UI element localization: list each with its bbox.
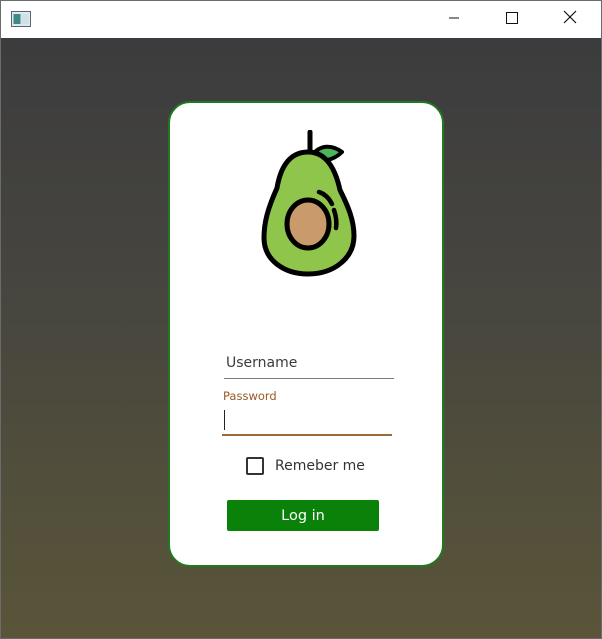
close-button[interactable] — [547, 1, 593, 38]
app-window: Password Remeber me Log in — [0, 0, 602, 639]
minimize-icon — [448, 11, 460, 29]
password-label: Password — [223, 389, 277, 403]
app-window-icon — [11, 11, 31, 27]
window-content: Password Remeber me Log in — [1, 38, 601, 638]
close-icon — [563, 10, 577, 29]
password-field[interactable] — [222, 404, 392, 436]
minimize-button[interactable] — [431, 1, 477, 38]
remember-me-checkbox[interactable] — [246, 457, 264, 475]
maximize-button[interactable] — [489, 1, 535, 38]
maximize-icon — [506, 11, 518, 29]
avocado-icon — [258, 129, 358, 278]
username-input[interactable] — [226, 352, 392, 374]
title-bar[interactable] — [1, 1, 601, 38]
text-caret — [224, 410, 225, 430]
username-field[interactable] — [224, 348, 394, 379]
remember-me-label: Remeber me — [275, 458, 365, 474]
login-card: Password Remeber me Log in — [168, 101, 444, 567]
login-button[interactable]: Log in — [227, 500, 379, 531]
remember-me-toggle[interactable]: Remeber me — [246, 456, 365, 476]
